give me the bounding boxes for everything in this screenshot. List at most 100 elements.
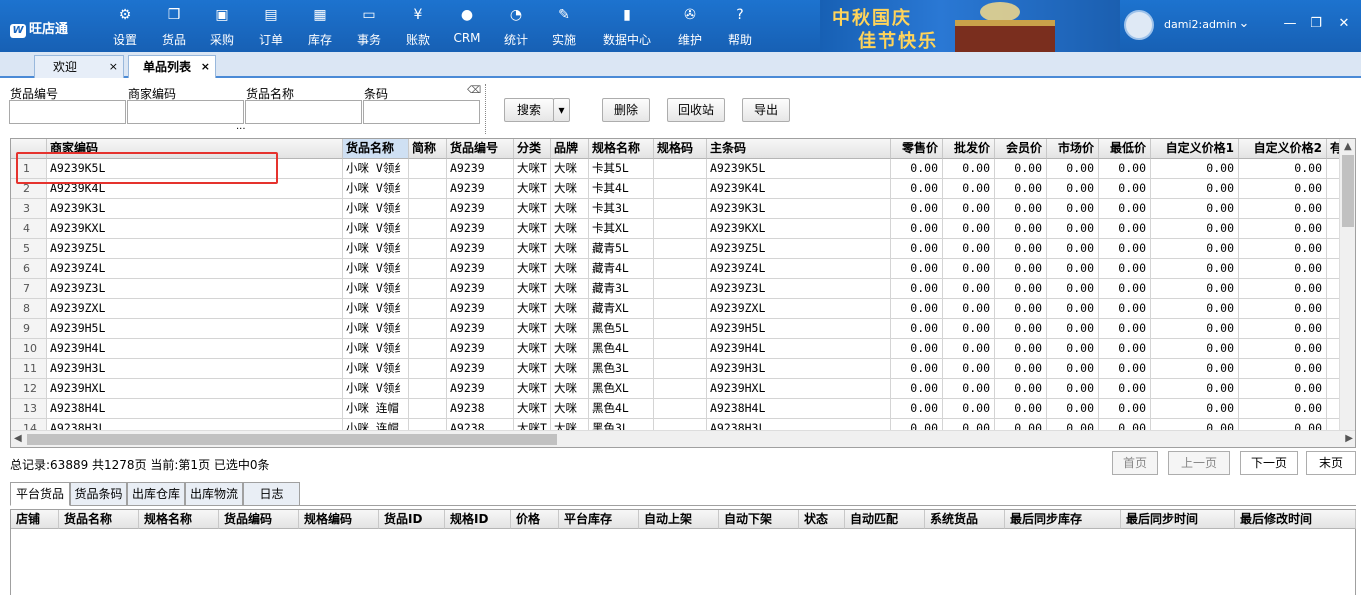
table-row[interactable]: 6 A9239Z4L 小咪 V领纟 A9239 大咪T 大咪 藏青4L A9239Z4L 0.0… [11,259,1347,279]
menu-12[interactable]: ? 帮助 [726,6,754,50]
more-filters-handle[interactable]: ··· [236,124,246,135]
recycle-bin-button[interactable]: 回收站 [667,98,725,122]
last-page-button[interactable]: 末页 [1306,451,1356,475]
search-dropdown-icon[interactable]: ▾ [553,98,570,122]
table-row[interactable]: 4 A9239KXL 小咪 V领纟 A9239 大咪T 大咪 卡其XL A9239KXL 0.0… [11,219,1347,239]
column-header[interactable]: 状态 [799,510,845,529]
table-row[interactable]: 9 A9239H5L 小咪 V领纟 A9239 大咪T 大咪 黑色5L A9239H5L 0.0… [11,319,1347,339]
column-header[interactable]: 会员价 [995,139,1047,159]
column-header[interactable]: 主条码 [707,139,891,159]
menu-2[interactable]: ▣ 采购 [208,6,236,50]
column-header[interactable]: 规格码 [654,139,707,159]
column-header[interactable]: 规格名称 [139,510,219,529]
menu-8[interactable]: ◔ 统计 [502,6,530,50]
scroll-left-icon[interactable]: ◀ [14,433,22,444]
table-row[interactable]: 10 A9239H4L 小咪 V领纟 A9239 大咪T 大咪 黑色4L A9239H4L 0.… [11,339,1347,359]
tab-platform-items[interactable]: 平台货品 [10,482,70,506]
column-header[interactable]: 自动上架 [639,510,719,529]
column-header[interactable]: 规格ID [445,510,511,529]
barcode-input[interactable] [363,100,480,124]
menu-5[interactable]: ▭ 事务 [355,6,383,50]
table-cell: 0.00 [943,259,995,279]
table-row[interactable]: 5 A9239Z5L 小咪 V领纟 A9239 大咪T 大咪 藏青5L A9239Z5L 0.0… [11,239,1347,259]
restore-icon[interactable]: ❐ [1306,16,1326,31]
horizontal-scroll-thumb[interactable] [27,434,557,445]
column-header[interactable]: 货品编码 [219,510,299,529]
column-header[interactable]: 批发价 [943,139,995,159]
table-cell: A9238H4L [47,399,343,419]
column-header[interactable]: 自动匹配 [845,510,925,529]
table-row[interactable]: 13 A9238H4L 小咪 连帽 A9238 大咪T 大咪 黑色4L A9238H4L 0.0… [11,399,1347,419]
scroll-up-icon[interactable]: ▲ [1344,141,1352,152]
column-header[interactable]: 自定义价格1 [1151,139,1239,159]
search-button[interactable]: 搜索 [504,98,554,122]
username[interactable]: dami2:admin [1164,18,1237,31]
menu-4[interactable]: ▦ 库存 [306,6,334,50]
delete-button[interactable]: 删除 [602,98,650,122]
menu-7[interactable]: ● CRM [453,6,481,50]
column-header[interactable]: 自定义价格2 [1239,139,1327,159]
column-header[interactable]: 最后修改时间 [1235,510,1356,529]
column-header[interactable]: 简称 [409,139,447,159]
export-button[interactable]: 导出 [742,98,790,122]
table-row[interactable]: 3 A9239K3L 小咪 V领纟 A9239 大咪T 大咪 卡其3L A9239K3L 0.0… [11,199,1347,219]
next-page-button[interactable]: 下一页 [1240,451,1298,475]
menu-1[interactable]: ❒ 货品 [160,6,188,50]
vertical-scrollbar[interactable]: ▲ [1339,139,1355,431]
menu-9[interactable]: ✎ 实施 [550,6,578,50]
tab-log[interactable]: 日志 [243,482,300,506]
item-name-input[interactable] [245,100,362,124]
close-icon[interactable]: × [109,56,118,78]
tab-outbound-logistics[interactable]: 出库物流 [185,482,243,506]
column-header[interactable]: 货品名称 [59,510,139,529]
close-icon[interactable]: × [201,56,210,78]
column-header[interactable]: 系统货品 [925,510,1005,529]
table-row[interactable]: 12 A9239HXL 小咪 V领纟 A9239 大咪T 大咪 黑色XL A9239HXL 0.… [11,379,1347,399]
column-header[interactable]: 货品名称 [343,139,409,159]
clear-icon[interactable]: ⌫ [467,85,481,96]
column-header[interactable]: 价格 [511,510,559,529]
column-header[interactable]: 规格编码 [299,510,379,529]
tab-welcome[interactable]: 欢迎 × [34,55,124,78]
vertical-scroll-thumb[interactable] [1342,155,1354,227]
menu-10[interactable]: ▮ 数据中心 [600,6,654,50]
table-cell: 0.00 [891,379,943,399]
column-header[interactable]: 规格名称 [589,139,654,159]
first-page-button[interactable]: 首页 [1112,451,1158,475]
column-header[interactable]: 自动下架 [719,510,799,529]
tab-barcodes[interactable]: 货品条码 [70,482,127,506]
tab-item-list[interactable]: 单品列表 × [128,55,216,78]
scroll-right-icon[interactable]: ▶ [1345,433,1353,444]
table-cell: 0.00 [1239,359,1327,379]
close-icon[interactable]: ✕ [1334,16,1354,31]
user-dropdown-icon[interactable]: ⌄ [1234,16,1254,31]
menu-0[interactable]: ⚙ 设置 [111,6,139,50]
avatar[interactable] [1124,10,1154,40]
menu-11[interactable]: ✇ 维护 [676,6,704,50]
column-header[interactable]: 最后同步库存 [1005,510,1121,529]
table-row[interactable]: 11 A9239H3L 小咪 V领纟 A9239 大咪T 大咪 黑色3L A9239H3L 0.… [11,359,1347,379]
column-header[interactable]: 平台库存 [559,510,639,529]
table-cell: 藏青4L [589,259,654,279]
column-header[interactable]: 最后同步时间 [1121,510,1235,529]
table-row[interactable]: 7 A9239Z3L 小咪 V领纟 A9239 大咪T 大咪 藏青3L A9239Z3L 0.0… [11,279,1347,299]
table-cell: A9239H3L [707,359,891,379]
merchant-code-input[interactable] [127,100,244,124]
menu-6[interactable]: ¥ 账款 [404,6,432,50]
column-header[interactable]: 货品编号 [447,139,514,159]
column-header[interactable]: 零售价 [891,139,943,159]
item-no-input[interactable] [9,100,126,124]
prev-page-button[interactable]: 上一页 [1168,451,1230,475]
column-header[interactable]: 市场价 [1047,139,1099,159]
menu-label: 维护 [677,33,702,47]
minimize-icon[interactable]: — [1280,16,1300,31]
column-header[interactable]: 货品ID [379,510,445,529]
horizontal-scrollbar[interactable]: ◀ ▶ [11,430,1355,447]
column-header[interactable]: 品牌 [551,139,589,159]
column-header[interactable]: 分类 [514,139,551,159]
column-header[interactable]: 店铺 [11,510,59,529]
menu-3[interactable]: ▤ 订单 [257,6,285,50]
column-header[interactable]: 最低价 [1099,139,1151,159]
tab-outbound-warehouse[interactable]: 出库仓库 [127,482,185,506]
table-row[interactable]: 8 A9239ZXL 小咪 V领纟 A9239 大咪T 大咪 藏青XL A9239ZXL 0.0… [11,299,1347,319]
